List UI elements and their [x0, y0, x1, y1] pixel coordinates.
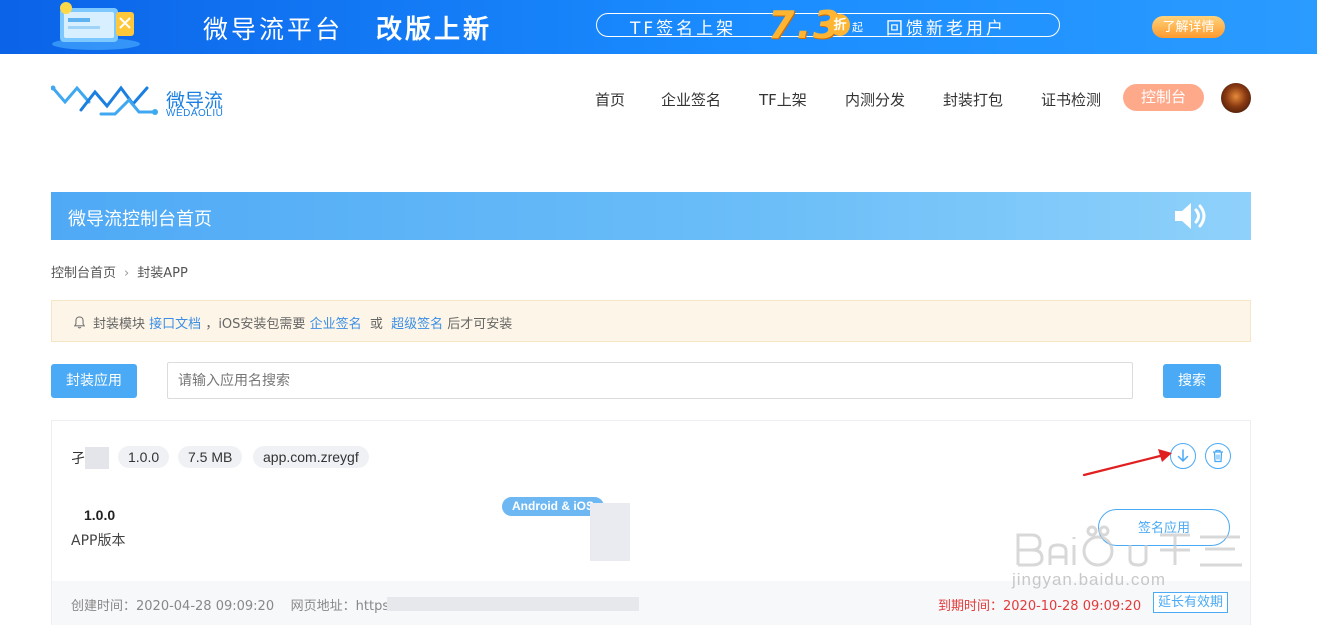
version-tag: 1.0.0 — [118, 446, 170, 468]
baidu-watermark-icon — [1016, 525, 1242, 567]
notice-prefix: 封装模块 — [93, 317, 146, 332]
search-button[interactable]: 搜索 — [1163, 364, 1221, 398]
avatar[interactable] — [1221, 83, 1251, 113]
nav-home[interactable]: 首页 — [595, 89, 625, 110]
app-version-label: APP版本 — [71, 533, 126, 549]
qr-code-redacted[interactable] — [590, 503, 630, 561]
delete-button[interactable] — [1205, 443, 1231, 469]
promo-title: 微导流平台 — [203, 15, 344, 44]
watermark-text: jingyan.baidu.com — [1012, 570, 1167, 589]
app-version-value: 1.0.0 — [84, 507, 116, 523]
bell-icon — [73, 316, 86, 329]
annotation-arrow-icon — [1082, 449, 1172, 477]
nav-console-button[interactable]: 控制台 — [1123, 84, 1204, 111]
trash-icon — [1213, 449, 1223, 463]
search-input[interactable] — [167, 362, 1133, 399]
notice-bar: 封装模块 接口文档 ，iOS安装包需要 企业签名 或 超级签名 后才可安装 — [51, 300, 1251, 342]
nav-tf-listing[interactable]: TF上架 — [759, 89, 807, 110]
notice-suffix: 后才可安装 — [447, 317, 513, 332]
created-value: 2020-04-28 09:09:20 — [136, 599, 275, 614]
app-name-redacted — [85, 447, 109, 469]
promo-subtitle: 改版上新 — [376, 15, 493, 45]
page-title: 微导流控制台首页 — [68, 209, 212, 230]
promo-learn-more-button[interactable]: 了解详情 — [1152, 16, 1225, 38]
app-name: 孑 — [71, 450, 85, 466]
brand-name-en: WEDAOLIU — [166, 108, 224, 119]
breadcrumb-separator: › — [124, 266, 130, 281]
nav-enterprise-sign[interactable]: 企业签名 — [661, 89, 721, 110]
notice-middle: ，iOS安装包需要 — [205, 317, 306, 332]
expire-label: 到期时间： — [938, 599, 1004, 614]
breadcrumb: 控制台首页 › 封装APP — [51, 262, 194, 281]
nav-cert-check[interactable]: 证书检测 — [1041, 89, 1101, 110]
breadcrumb-current: 封装APP — [137, 266, 188, 281]
logo-icon[interactable] — [51, 80, 161, 120]
nav-packaging[interactable]: 封装打包 — [943, 89, 1003, 110]
speaker-icon[interactable] — [1171, 198, 1211, 234]
promo-pill-right-text: 回馈新老用户 — [886, 19, 1006, 39]
created-label: 创建时间： — [71, 599, 137, 614]
notice-or: 或 — [369, 317, 383, 332]
nav-beta-distribution[interactable]: 内测分发 — [845, 89, 905, 110]
promo-qi-text: 起 — [852, 22, 863, 34]
url-redacted — [387, 597, 639, 611]
notice-api-docs-link[interactable]: 接口文档 — [149, 313, 201, 332]
platform-badge: Android & iOS — [502, 497, 604, 516]
breadcrumb-home[interactable]: 控制台首页 — [51, 266, 116, 281]
bundle-id-tag: app.com.zreygf — [253, 446, 369, 468]
notice-enterprise-sign-link[interactable]: 企业签名 — [310, 313, 362, 332]
promo-zhe-badge: 折 — [830, 14, 850, 36]
promo-pill-left-text: TF签名上架 — [630, 19, 737, 39]
notice-super-sign-link[interactable]: 超级签名 — [391, 313, 443, 332]
size-tag: 7.5 MB — [178, 446, 243, 468]
console-title-bar: 微导流控制台首页 — [51, 192, 1251, 240]
promo-banner[interactable]: 微导流平台 改版上新 TF签名上架 7.3 折 起 回馈新老用户 了解详情 — [0, 0, 1317, 54]
url-label: 网页地址： — [290, 599, 356, 614]
pack-app-button[interactable]: 封装应用 — [51, 364, 137, 398]
promo-illustration-icon — [52, 2, 140, 50]
